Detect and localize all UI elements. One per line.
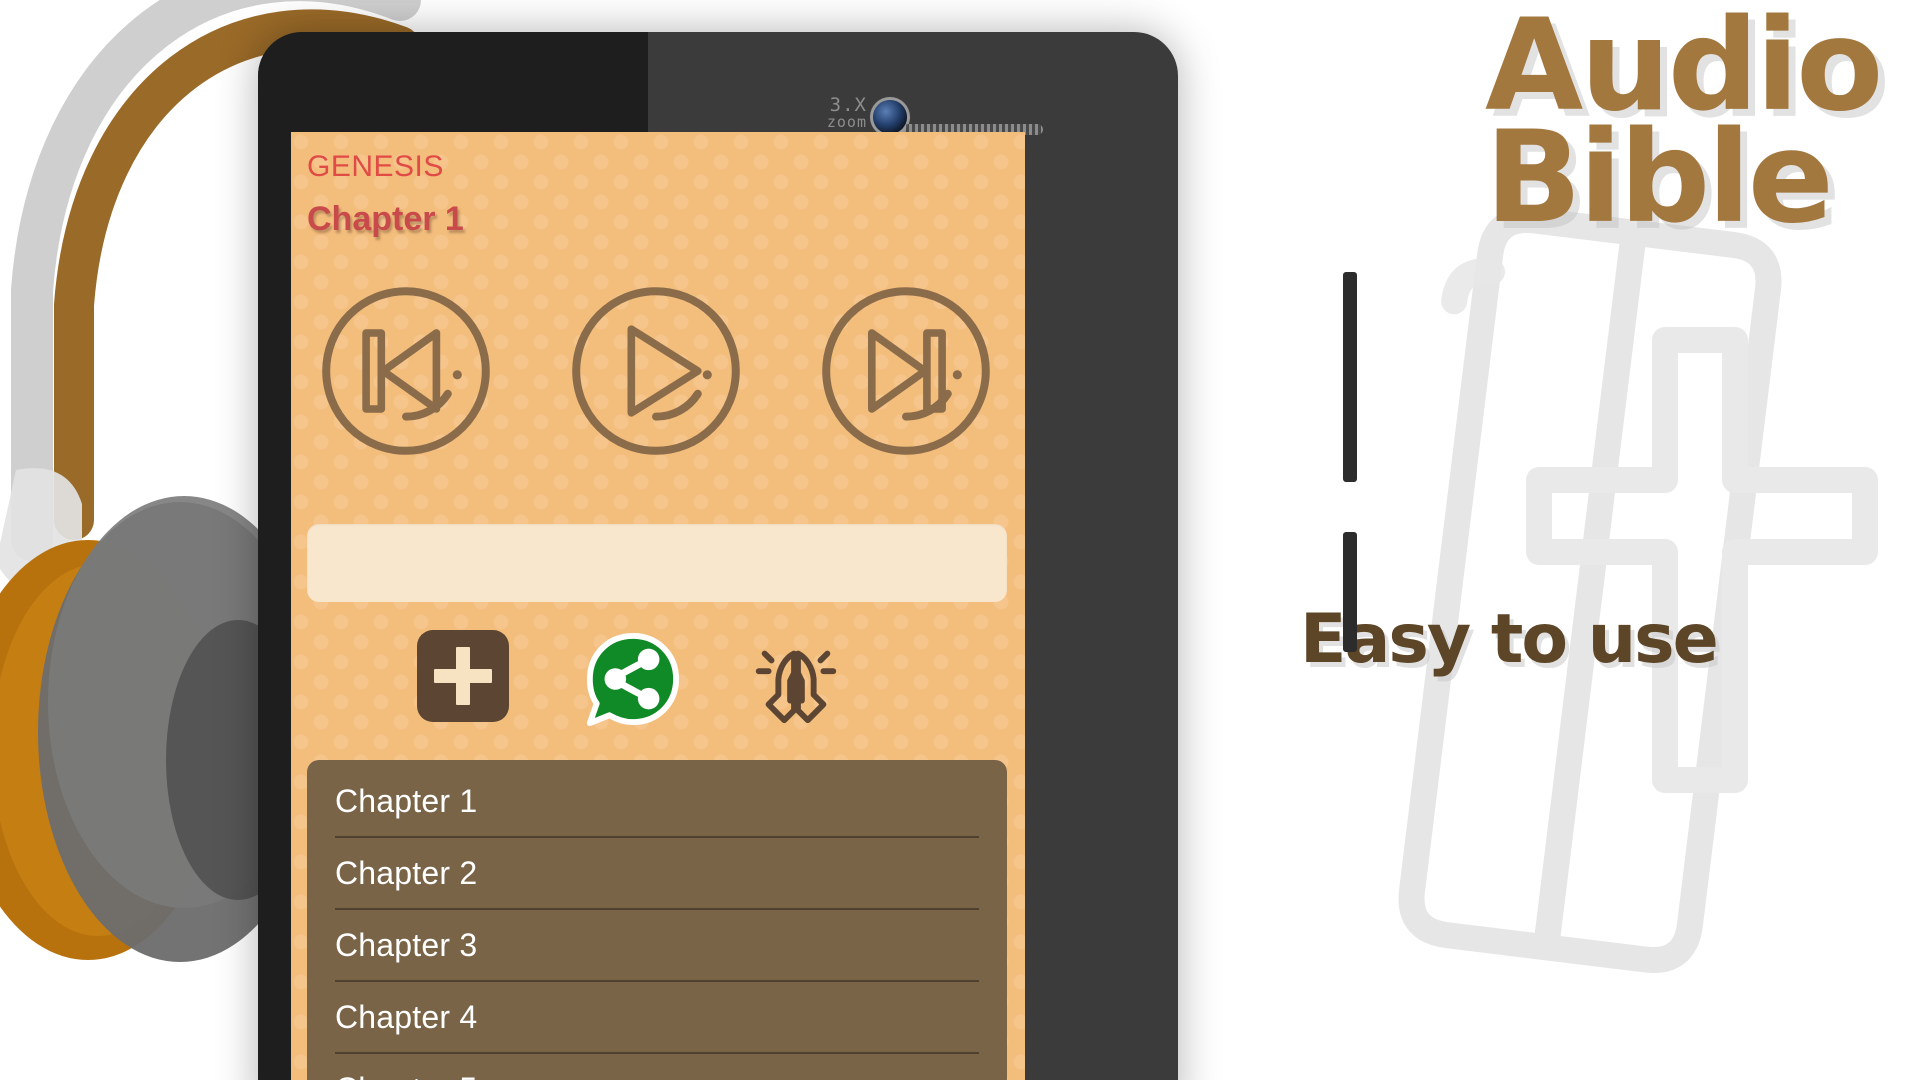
brand-title: Audio Bible xyxy=(1485,2,1883,251)
tablet-side-button-power[interactable] xyxy=(1343,532,1357,652)
chapter-list-item[interactable]: Chapter 5 xyxy=(335,1054,979,1080)
previous-track-icon xyxy=(362,329,441,413)
tablet-side-button-volume[interactable] xyxy=(1343,272,1357,482)
action-buttons-row xyxy=(307,630,1007,742)
praying-hands-icon xyxy=(765,650,827,724)
chapter-list-item[interactable]: Chapter 1 xyxy=(335,760,979,838)
add-bookmark-button[interactable] xyxy=(417,630,509,722)
current-chapter-title: Chapter 1 xyxy=(307,200,464,238)
app-screen: GENESIS Chapter 1 Chapter 1 Chapter 2 Ch… xyxy=(291,132,1025,1080)
transport-controls xyxy=(301,276,1015,466)
chapter-list-item[interactable]: Chapter 2 xyxy=(335,838,979,910)
chapter-list-item-label: Chapter 1 xyxy=(335,782,478,819)
camera-zoom-label: 3.X zoom xyxy=(763,96,867,130)
promo-banner: Audio Bible Easy to use 3.X zoom GENESIS… xyxy=(0,0,1920,1080)
chapter-list[interactable]: Chapter 1 Chapter 2 Chapter 3 Chapter 4 … xyxy=(307,760,1007,1080)
book-title: GENESIS xyxy=(307,150,444,183)
brand-line-2: Bible xyxy=(1485,102,1834,251)
chapter-list-item-label: Chapter 4 xyxy=(335,998,478,1035)
camera-zoom-unit: zoom xyxy=(826,113,867,131)
share-whatsapp-button[interactable] xyxy=(582,630,680,728)
chapter-list-item[interactable]: Chapter 4 xyxy=(335,982,979,1054)
chapter-list-item-label: Chapter 2 xyxy=(335,854,478,891)
chapter-list-item-label: Chapter 5 xyxy=(335,1071,477,1080)
tagline: Easy to use xyxy=(1300,600,1719,679)
camera-lens-icon xyxy=(873,100,907,134)
next-track-button[interactable] xyxy=(811,276,1001,466)
next-track-icon xyxy=(868,329,946,413)
playback-progress-bar[interactable] xyxy=(307,524,1007,602)
plus-icon-horizontal xyxy=(434,669,492,683)
chapter-list-item-label: Chapter 3 xyxy=(335,926,478,963)
pray-button[interactable] xyxy=(747,630,845,728)
tablet-device: 3.X zoom GENESIS Chapter 1 Chapter 1 Cha… xyxy=(258,32,1357,1080)
previous-track-button[interactable] xyxy=(311,276,501,466)
chapter-list-item[interactable]: Chapter 3 xyxy=(335,910,979,982)
play-button[interactable] xyxy=(561,276,751,466)
